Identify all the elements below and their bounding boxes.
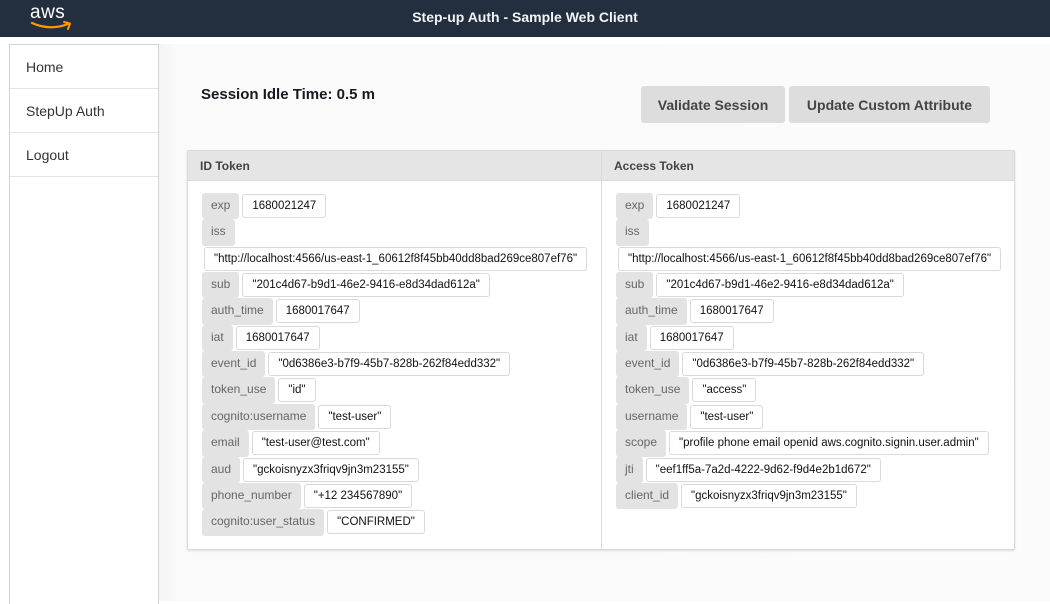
claim-value: "id" — [278, 378, 316, 403]
claim-key: token_use — [616, 377, 690, 404]
claim-key: exp — [202, 193, 240, 220]
claim-row-sub: sub "201c4d67-b9d1-46e2-9416-e8d34dad612a… — [202, 271, 588, 299]
claim-key: jti — [616, 456, 643, 483]
claim-row-aud: aud "gckoisnyzx3friqv9jn3m23155" — [202, 456, 588, 483]
claim-value: "0d6386e3-b7f9-45b7-828b-262f84edd332" — [682, 351, 925, 376]
claim-row-exp: exp 1680021247 — [616, 193, 1002, 220]
claim-row-token-use: token_use "access" — [616, 377, 1002, 404]
id-token-panel: ID Token exp 1680021247 iss "http://localho… — [188, 151, 601, 549]
tokens-panel: ID Token exp 1680021247 iss "http://localho… — [187, 150, 1015, 550]
claim-value: "gckoisnyzx3friqv9jn3m23155" — [681, 483, 857, 508]
sidebar-item-stepup-auth[interactable]: StepUp Auth — [10, 89, 158, 133]
claim-key: auth_time — [202, 298, 273, 325]
claim-key: cognito:username — [202, 403, 316, 431]
top-navigation-bar: aws Step-up Auth - Sample Web Client — [0, 0, 1050, 37]
claim-row-iss: iss "http://localhost:4566/us-east-1_6061… — [616, 219, 1002, 271]
claim-value: 1680021247 — [242, 194, 327, 218]
claim-row-cognito-username: cognito:username "test-user" — [202, 403, 588, 431]
claim-value: 1680021247 — [656, 194, 741, 218]
update-custom-attribute-button[interactable]: Update Custom Attribute — [789, 86, 990, 123]
claim-key: event_id — [202, 350, 266, 378]
id-token-header: ID Token — [188, 151, 601, 181]
claim-value: "gckoisnyzx3friqv9jn3m23155" — [243, 457, 419, 482]
claim-key: iss — [202, 219, 235, 246]
sidebar-item-home[interactable]: Home — [10, 45, 158, 89]
claim-key: aud — [202, 456, 241, 483]
claim-row-event-id: event_id "0d6386e3-b7f9-45b7-828b-262f84e… — [202, 350, 588, 378]
claim-value: "201c4d67-b9d1-46e2-9416-e8d34dad612a" — [656, 272, 904, 297]
claim-value: "access" — [692, 378, 757, 403]
claim-key: iat — [202, 324, 233, 351]
claim-row-event-id: event_id "0d6386e3-b7f9-45b7-828b-262f84e… — [616, 350, 1002, 378]
claim-key: iat — [616, 324, 647, 351]
claim-key: email — [202, 430, 249, 457]
access-token-header: Access Token — [602, 151, 1014, 181]
claim-row-phone-number: phone_number "+12 234567890" — [202, 482, 588, 510]
claim-value: "201c4d67-b9d1-46e2-9416-e8d34dad612a" — [242, 272, 490, 297]
claim-row-iat: iat 1680017647 — [202, 324, 588, 351]
validate-session-button[interactable]: Validate Session — [641, 86, 785, 123]
claim-row-exp: exp 1680021247 — [202, 193, 588, 220]
claim-key: client_id — [616, 482, 679, 510]
claim-value: "0d6386e3-b7f9-45b7-828b-262f84edd332" — [268, 351, 511, 376]
claim-row-auth-time: auth_time 1680017647 — [202, 298, 588, 325]
claim-row-iat: iat 1680017647 — [616, 324, 1002, 351]
claim-row-sub: sub "201c4d67-b9d1-46e2-9416-e8d34dad612a… — [616, 271, 1002, 299]
claim-key: auth_time — [616, 298, 687, 325]
claim-row-auth-time: auth_time 1680017647 — [616, 298, 1002, 325]
sidebar: Home StepUp Auth Logout — [9, 44, 159, 604]
claim-key: event_id — [616, 350, 680, 378]
claim-value: "test-user" — [318, 404, 392, 429]
claim-value: 1680017647 — [235, 325, 320, 350]
claim-key: token_use — [202, 377, 276, 404]
claim-value: "eef1ff5a-7a2d-4222-9d62-f9d4e2b1d672" — [645, 457, 881, 482]
claim-value: "CONFIRMED" — [327, 510, 425, 535]
claim-value: "http://localhost:4566/us-east-1_60612f8… — [204, 246, 588, 271]
claim-key: cognito:user_status — [202, 509, 325, 536]
claim-value: "http://localhost:4566/us-east-1_60612f8… — [618, 246, 1002, 271]
claim-value: "test-user@test.com" — [251, 431, 380, 456]
claim-value: "test-user" — [690, 404, 764, 429]
access-token-claims: exp 1680021247 iss "http://localhost:4566/u… — [602, 181, 1002, 510]
claim-row-iss: iss "http://localhost:4566/us-east-1_6061… — [202, 219, 588, 271]
claim-row-jti: jti "eef1ff5a-7a2d-4222-9d62-f9d4e2b1d672… — [616, 456, 1002, 483]
claim-key: phone_number — [202, 482, 301, 510]
claim-row-username: username "test-user" — [616, 403, 1002, 431]
claim-key: exp — [616, 193, 654, 220]
claim-row-client-id: client_id "gckoisnyzx3friqv9jn3m23155" — [616, 482, 1002, 510]
claim-row-scope: scope "profile phone email openid aws.cog… — [616, 430, 1002, 457]
main-content: Session Idle Time: 0.5 m Validate Sessio… — [159, 44, 1050, 601]
claim-value: 1680017647 — [275, 299, 360, 324]
app-title: Step-up Auth - Sample Web Client — [412, 9, 638, 25]
session-idle-time: Session Idle Time: 0.5 m — [201, 86, 375, 103]
claim-value: 1680017647 — [689, 299, 774, 324]
claim-key: iss — [616, 219, 649, 246]
claim-key: sub — [616, 271, 654, 299]
id-token-claims: exp 1680021247 iss "http://localhost:4566/u… — [188, 181, 588, 536]
claim-value: "profile phone email openid aws.cognito.… — [669, 431, 989, 456]
claim-key: username — [616, 403, 688, 431]
claim-value: 1680017647 — [649, 325, 734, 350]
sidebar-item-logout[interactable]: Logout — [10, 133, 158, 177]
claim-key: sub — [202, 271, 240, 299]
claim-row-cognito-user-status: cognito:user_status "CONFIRMED" — [202, 509, 588, 536]
claim-row-token-use: token_use "id" — [202, 377, 588, 404]
access-token-panel: Access Token exp 1680021247 iss "http://loc… — [601, 151, 1014, 549]
claim-key: scope — [616, 430, 667, 457]
claim-row-email: email "test-user@test.com" — [202, 430, 588, 457]
claim-value: "+12 234567890" — [303, 483, 413, 508]
